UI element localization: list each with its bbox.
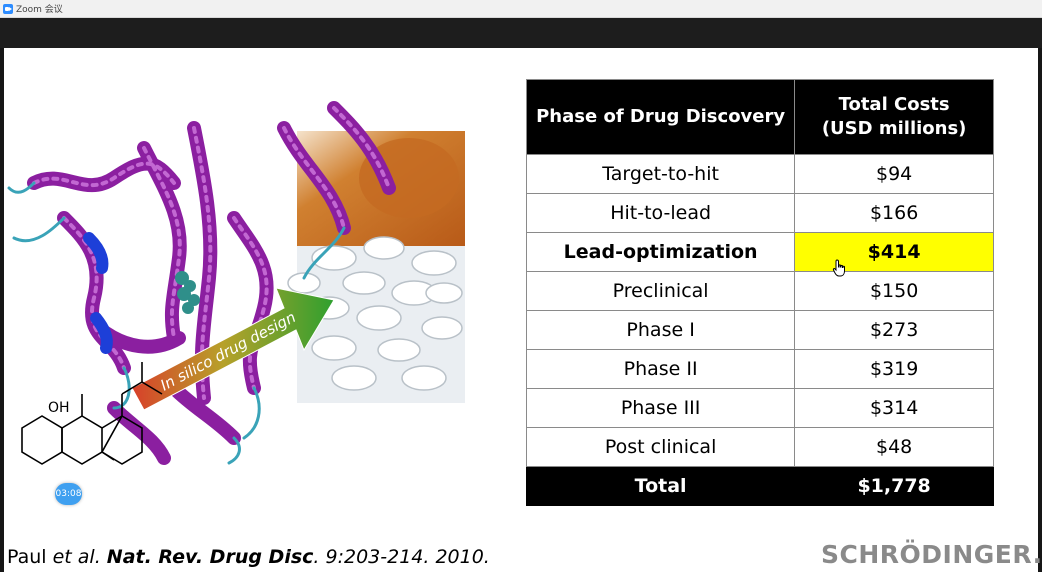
phase-cell: Preclinical bbox=[525, 271, 796, 311]
cost-cell: $319 bbox=[794, 349, 994, 389]
cost-cell: $48 bbox=[794, 427, 994, 467]
header-cost: Total Costs (USD millions) bbox=[794, 79, 994, 155]
cost-cell: $94 bbox=[794, 154, 994, 194]
recording-timer-badge: 03:08 bbox=[55, 483, 82, 505]
cost-cell: $150 bbox=[794, 271, 994, 311]
table-row: Phase II $319 bbox=[525, 349, 994, 389]
cost-cell: $273 bbox=[794, 310, 994, 350]
header-phase: Phase of Drug Discovery bbox=[525, 79, 796, 155]
total-label: Total bbox=[525, 466, 796, 506]
window-titlebar: Zoom 会议 bbox=[0, 0, 1042, 18]
cost-cell: $166 bbox=[794, 193, 994, 233]
citation-etal: et al. bbox=[52, 546, 101, 568]
cost-cell-highlighted: $414 bbox=[794, 232, 994, 272]
table-total-row: Total $1,778 bbox=[525, 466, 994, 506]
table-header-row: Phase of Drug Discovery Total Costs (USD… bbox=[525, 79, 994, 155]
schrodinger-logo: SCHRÖDINGER. bbox=[821, 540, 1042, 569]
table-row: Post clinical $48 bbox=[525, 427, 994, 467]
drug-discovery-cost-table: Phase of Drug Discovery Total Costs (USD… bbox=[525, 79, 994, 506]
phase-cell: Phase II bbox=[525, 349, 796, 389]
hydroxyl-label: OH bbox=[48, 400, 70, 416]
window-title: Zoom 会议 bbox=[16, 5, 63, 15]
meeting-top-band bbox=[0, 18, 1042, 48]
phase-cell: Phase I bbox=[525, 310, 796, 350]
header-cost-line2: (USD millions) bbox=[821, 118, 967, 139]
table-row: Hit-to-lead $166 bbox=[525, 193, 994, 233]
citation-rest: . 9:203-214. 2010. bbox=[313, 546, 490, 568]
protein-illustration: In silico drug design OH bbox=[7, 101, 465, 465]
citation-authors: Paul bbox=[7, 546, 53, 568]
cost-cell: $314 bbox=[794, 388, 994, 428]
table-row: Phase III $314 bbox=[525, 388, 994, 428]
citation-journal: Nat. Rev. Drug Disc bbox=[106, 546, 314, 568]
hand-pointer-icon bbox=[832, 259, 845, 277]
table-row: Target-to-hit $94 bbox=[525, 154, 994, 194]
phase-cell: Post clinical bbox=[525, 427, 796, 467]
phase-cell: Target-to-hit bbox=[525, 154, 796, 194]
right-frame bbox=[1038, 48, 1042, 572]
table-row-highlighted: Lead-optimization $414 bbox=[525, 232, 994, 272]
zoom-app-icon bbox=[3, 3, 13, 14]
phase-cell: Phase III bbox=[525, 388, 796, 428]
header-cost-line1: Total Costs bbox=[838, 94, 950, 115]
phase-cell: Hit-to-lead bbox=[525, 193, 796, 233]
total-value: $1,778 bbox=[794, 466, 994, 506]
table-row: Preclinical $150 bbox=[525, 271, 994, 311]
table-row: Phase I $273 bbox=[525, 310, 994, 350]
phase-cell: Lead-optimization bbox=[525, 232, 796, 272]
warfarin-structure bbox=[21, 362, 163, 465]
citation: Paul et al. Nat. Rev. Drug Disc. 9:203-2… bbox=[7, 546, 490, 568]
